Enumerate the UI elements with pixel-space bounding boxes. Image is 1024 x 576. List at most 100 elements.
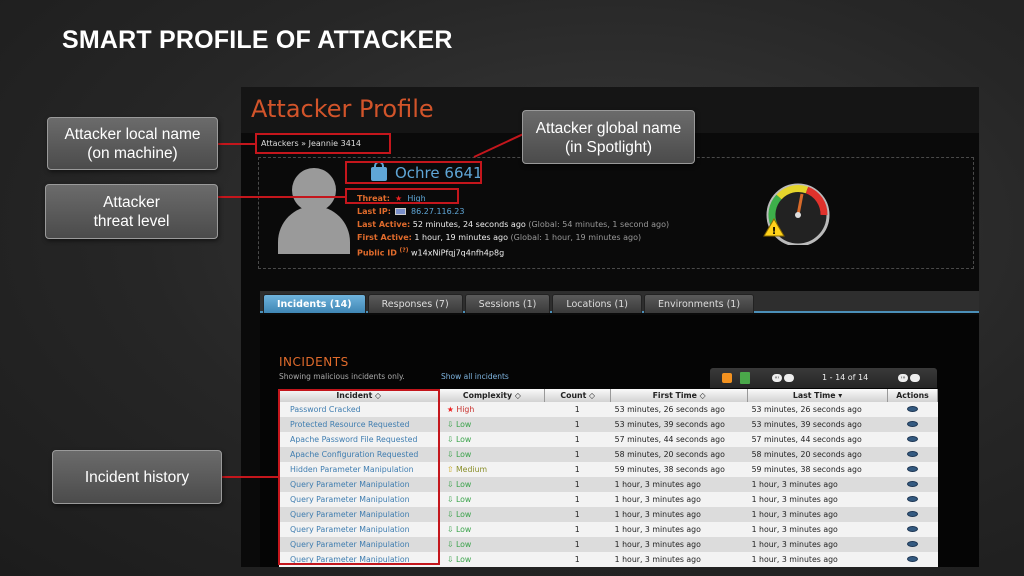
complexity-cell: ⇩ Low [438,477,545,492]
first-time-cell: 1 hour, 3 minutes ago [610,537,748,552]
prev-page-button[interactable] [784,374,794,382]
col-complexity[interactable]: Complexity ◇ [438,389,546,402]
tab-responses[interactable]: Responses (7) [367,294,463,313]
actions-cell [887,432,938,447]
actions-cell [887,537,938,552]
last-page-button[interactable] [910,374,920,382]
view-eye-icon[interactable] [907,421,918,427]
tab-locations[interactable]: Locations (1) [552,294,642,313]
rss-icon[interactable] [722,373,732,383]
view-eye-icon[interactable] [907,451,918,457]
last-time-cell: 57 minutes, 44 seconds ago [747,432,888,447]
speedometer-warning-icon: ! [763,183,830,245]
pagination-bar: «‹ 1 - 14 of 14 ›» [710,368,937,388]
view-eye-icon[interactable] [907,526,918,532]
last-ip-value[interactable]: 86.27.116.23 [411,207,464,216]
count-cell: 1 [544,477,611,492]
count-cell: 1 [544,432,611,447]
complexity-cell: ⇩ Low [438,537,545,552]
low-arrow-icon: ⇩ [446,525,454,534]
avatar [278,168,350,256]
tab-sessions[interactable]: Sessions (1) [464,294,551,313]
star-icon: ★ [446,405,454,414]
view-eye-icon[interactable] [907,556,918,562]
last-time-cell: 58 minutes, 20 seconds ago [747,447,888,462]
first-time-cell: 58 minutes, 20 seconds ago [610,447,748,462]
last-time-cell: 1 hour, 3 minutes ago [747,552,888,567]
actions-cell [887,447,938,462]
view-eye-icon[interactable] [907,406,918,412]
col-actions: Actions [887,389,938,402]
low-arrow-icon: ⇩ [446,555,454,564]
actions-cell [887,417,938,432]
complexity-cell: ⇩ Low [438,507,545,522]
flag-icon [395,208,407,215]
count-cell: 1 [544,462,611,477]
first-time-cell: 53 minutes, 39 seconds ago [610,417,748,432]
actions-cell [887,402,938,417]
actions-cell [887,507,938,522]
complexity-cell: ⇩ Low [438,432,545,447]
threat-highlight [345,188,459,204]
first-active-row: First Active: 1 hour, 19 minutes ago (Gl… [357,233,642,242]
first-time-cell: 1 hour, 3 minutes ago [610,522,748,537]
first-time-cell: 1 hour, 3 minutes ago [610,492,748,507]
actions-cell [887,492,938,507]
low-arrow-icon: ⇩ [446,540,454,549]
view-eye-icon[interactable] [907,481,918,487]
last-time-cell: 59 minutes, 38 seconds ago [747,462,888,477]
actions-cell [887,522,938,537]
low-arrow-icon: ⇩ [446,495,454,504]
last-ip-row: Last IP: 86.27.116.23 [357,207,465,216]
svg-text:!: ! [772,226,777,237]
last-time-cell: 1 hour, 3 minutes ago [747,492,888,507]
tab-environments[interactable]: Environments (1) [643,294,755,313]
col-first-time[interactable]: First Time ◇ [610,389,749,402]
actions-cell [887,462,938,477]
low-arrow-icon: ⇩ [446,435,454,444]
tab-bar: Incidents (14) Responses (7) Sessions (1… [260,291,979,313]
count-cell: 1 [544,402,611,417]
first-page-button[interactable]: «‹ [772,374,782,382]
col-last-time[interactable]: Last Time ▾ [747,389,888,402]
last-time-cell: 1 hour, 3 minutes ago [747,477,888,492]
slide-title: SMART PROFILE OF ATTACKER [62,26,453,54]
local-name-highlight [255,133,391,154]
count-cell: 1 [544,492,611,507]
col-count[interactable]: Count ◇ [544,389,612,402]
complexity-cell: ⇩ Low [438,417,545,432]
count-cell: 1 [544,417,611,432]
view-eye-icon[interactable] [907,541,918,547]
next-page-button[interactable]: ›» [898,374,908,382]
page-title: Attacker Profile [251,95,434,123]
threat-connector [218,196,346,198]
medium-arrow-icon: ⇧ [446,465,454,474]
callout-incident-history: Incident history [52,450,222,504]
spreadsheet-export-icon[interactable] [740,372,750,384]
local-name-connector [218,143,256,145]
first-time-cell: 53 minutes, 26 seconds ago [610,402,748,417]
last-time-cell: 53 minutes, 26 seconds ago [747,402,888,417]
global-name-highlight [345,161,482,184]
view-eye-icon[interactable] [907,511,918,517]
tab-incidents[interactable]: Incidents (14) [263,294,366,313]
view-eye-icon[interactable] [907,436,918,442]
complexity-cell: ⇩ Low [438,492,545,507]
public-id-row: Public ID (?) w14xNiPfqj7q4nfh4p8g [357,247,505,258]
last-time-cell: 1 hour, 3 minutes ago [747,522,888,537]
actions-cell [887,552,938,567]
complexity-cell: ⇩ Low [438,552,545,567]
low-arrow-icon: ⇩ [446,450,454,459]
count-cell: 1 [544,522,611,537]
last-time-cell: 1 hour, 3 minutes ago [747,507,888,522]
actions-cell [887,477,938,492]
last-active-row: Last Active: 52 minutes, 24 seconds ago … [357,220,670,229]
show-all-incidents-link[interactable]: Show all incidents [441,372,509,381]
page-range: 1 - 14 of 14 [822,373,869,382]
incident-history-highlight [278,389,440,565]
view-eye-icon[interactable] [907,496,918,502]
view-eye-icon[interactable] [907,466,918,472]
count-cell: 1 [544,447,611,462]
incidents-subtitle: Showing malicious incidents only. [279,372,405,381]
complexity-cell: ⇩ Low [438,447,545,462]
